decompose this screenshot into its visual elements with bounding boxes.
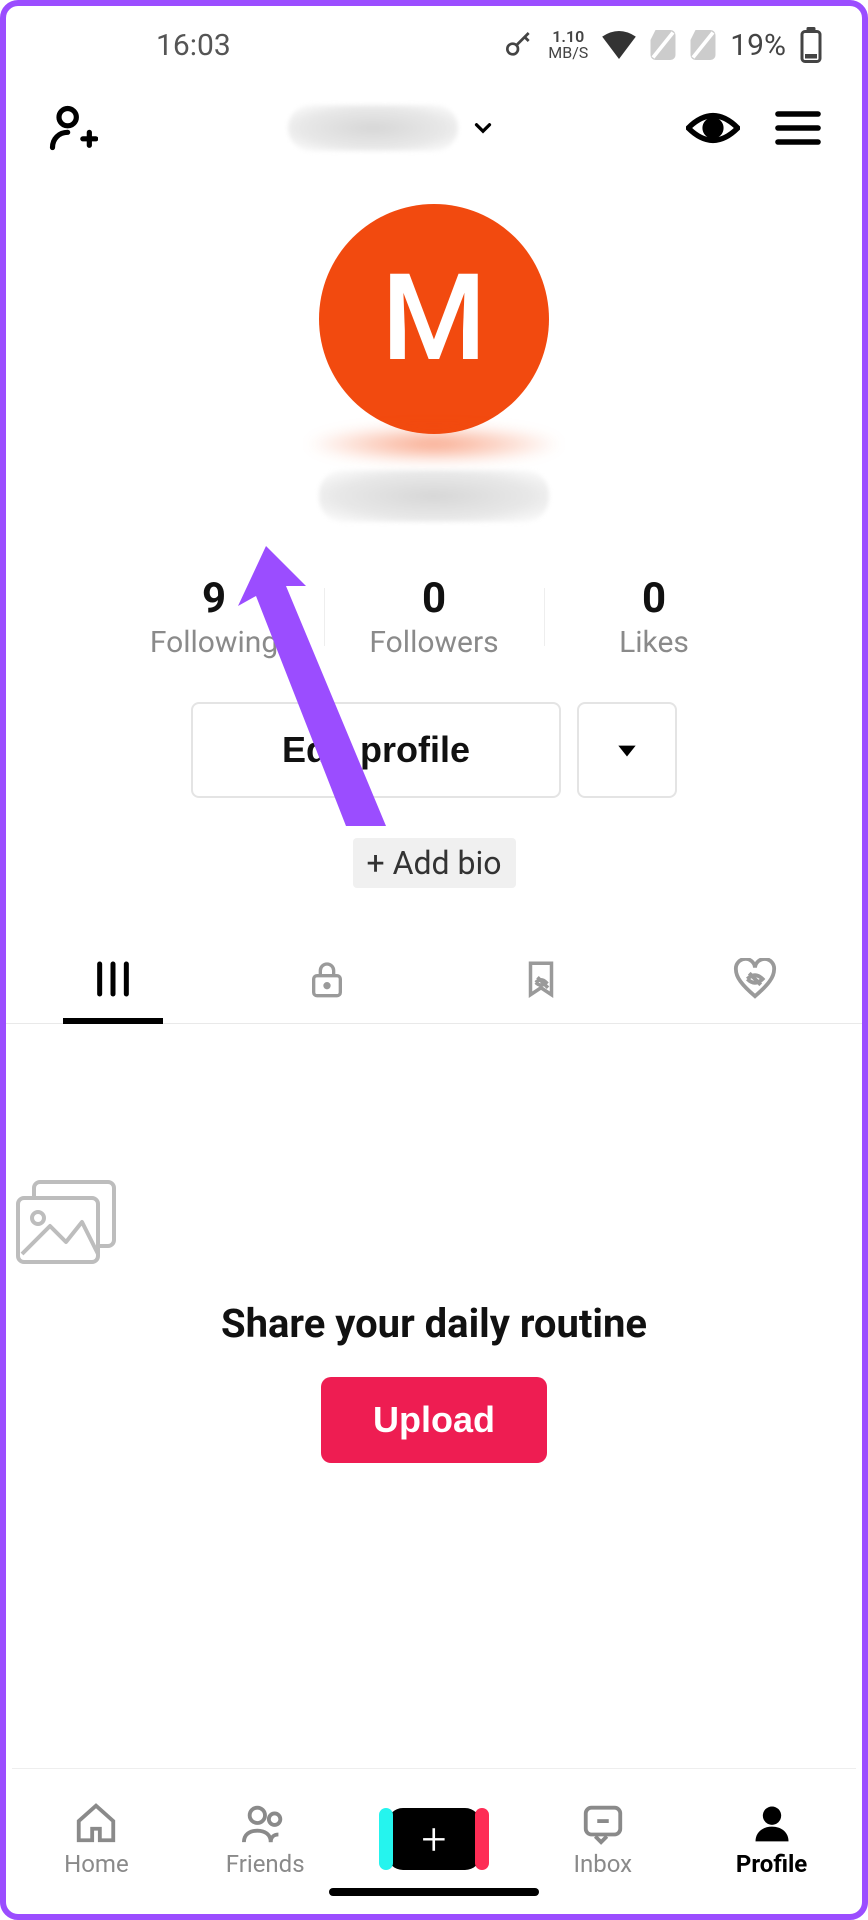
home-icon (72, 1800, 120, 1846)
nav-friends[interactable]: Friends (181, 1769, 350, 1908)
battery-percent: 19% (730, 28, 786, 63)
lock-icon (307, 957, 347, 1001)
add-friend-icon[interactable] (46, 102, 98, 154)
nav-profile[interactable]: Profile (687, 1769, 856, 1908)
tab-saved[interactable] (434, 934, 648, 1023)
wifi-icon (602, 31, 636, 59)
network-speed: 1.10 MB/S (548, 29, 588, 61)
tab-liked[interactable] (648, 934, 862, 1023)
empty-title: Share your daily routine (6, 1300, 862, 1347)
likes-stat[interactable]: 0 Likes (544, 574, 764, 660)
bottom-nav: Home Friends + Inbox Profile (12, 1768, 856, 1908)
content-tabs (6, 934, 862, 1024)
plus-icon: + (422, 1817, 447, 1861)
handle-redacted (319, 470, 549, 522)
followers-count: 0 (324, 574, 544, 623)
profile-stats: 9 Following 0 Followers 0 Likes (6, 574, 862, 660)
tab-posts[interactable] (6, 934, 220, 1023)
chevron-down-icon (470, 115, 496, 141)
sim2-icon (690, 30, 716, 60)
followers-label: Followers (324, 625, 544, 660)
inbox-icon (579, 1800, 627, 1846)
following-stat[interactable]: 9 Following (104, 574, 324, 660)
hamburger-menu-icon[interactable] (774, 108, 822, 148)
following-label: Following (104, 625, 324, 660)
nav-inbox[interactable]: Inbox (518, 1769, 687, 1908)
key-icon (502, 29, 534, 61)
nav-label-home: Home (64, 1850, 129, 1878)
heart-hidden-icon (731, 958, 779, 1000)
account-switcher[interactable] (288, 105, 496, 151)
empty-state: Share your daily routine Upload (6, 1174, 862, 1463)
following-count: 9 (104, 574, 324, 623)
add-bio-button[interactable]: + Add bio (353, 838, 516, 888)
followers-stat[interactable]: 0 Followers (324, 574, 544, 660)
tab-private[interactable] (220, 934, 434, 1023)
username-redacted (288, 105, 458, 151)
photos-icon (6, 1174, 862, 1274)
bookmark-hidden-icon (519, 958, 563, 1000)
nav-label-inbox: Inbox (573, 1850, 632, 1878)
eye-icon[interactable] (686, 108, 740, 148)
home-indicator (329, 1888, 539, 1896)
grid-icon (91, 959, 135, 999)
profile-more-button[interactable] (577, 702, 677, 798)
nav-home[interactable]: Home (12, 1769, 181, 1908)
nav-label-friends: Friends (226, 1850, 305, 1878)
create-button[interactable]: + (387, 1808, 481, 1870)
upload-button[interactable]: Upload (321, 1377, 547, 1463)
edit-profile-button[interactable]: Edit profile (191, 702, 561, 798)
avatar-initial: M (382, 249, 487, 389)
status-time: 16:03 (156, 28, 231, 63)
status-bar: 16:03 1.10 MB/S 19% (6, 6, 862, 84)
sim1-icon (650, 30, 676, 60)
nav-label-profile: Profile (736, 1850, 807, 1878)
profile-header (6, 84, 862, 164)
profile-icon (750, 1800, 794, 1846)
likes-label: Likes (544, 625, 764, 660)
friends-icon (239, 1800, 291, 1846)
likes-count: 0 (544, 574, 764, 623)
battery-icon (800, 27, 822, 63)
profile-avatar[interactable]: M (319, 204, 549, 434)
